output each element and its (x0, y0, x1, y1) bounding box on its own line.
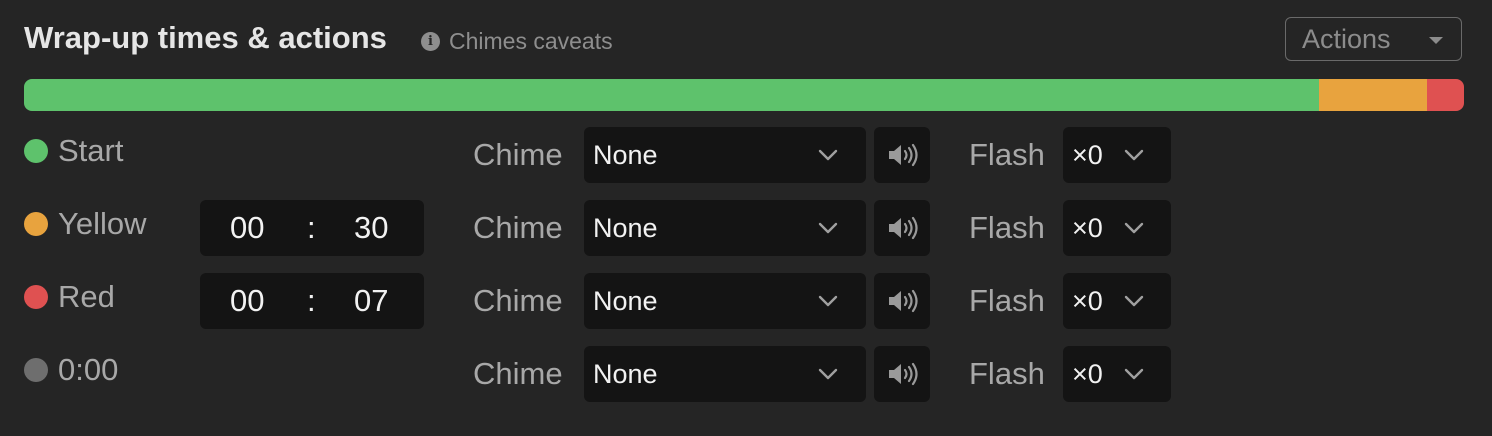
row-label-start: Start (58, 133, 124, 168)
row-start: Start Chime None Flash ×0 (0, 127, 1492, 183)
progress-segment-yellow (1318, 79, 1427, 111)
speaker-icon (889, 143, 918, 167)
minutes-input[interactable]: 00 (230, 273, 264, 329)
start-color-dot (24, 139, 48, 163)
flash-value: ×0 (1072, 140, 1103, 170)
row-red: Red 00 : 07 Chime None Flash ×0 (0, 273, 1492, 329)
row-yellow: Yellow 00 : 30 Chime None Flash ×0 (0, 200, 1492, 256)
speaker-icon (889, 289, 918, 313)
red-color-dot (24, 285, 48, 309)
minutes-input[interactable]: 00 (230, 200, 264, 256)
chevron-down-icon (1124, 222, 1144, 234)
preview-chime-button-red[interactable] (874, 273, 930, 329)
actions-label: Actions (1302, 23, 1391, 54)
yellow-time-input: 00 : 30 (200, 200, 424, 256)
timer-progress-bar (24, 79, 1464, 111)
progress-segment-green (24, 79, 1319, 111)
flash-value: ×0 (1072, 359, 1103, 389)
chime-select-red[interactable]: None (584, 273, 866, 329)
row-label-end: 0:00 (58, 352, 119, 387)
flash-label: Flash (969, 137, 1045, 172)
chime-value: None (593, 140, 658, 170)
preview-chime-button-start[interactable] (874, 127, 930, 183)
chime-label: Chime (473, 210, 563, 245)
chevron-down-icon (818, 295, 838, 307)
speaker-icon (889, 362, 918, 386)
chevron-down-icon (818, 368, 838, 380)
chimes-caveats-label: Chimes caveats (449, 27, 613, 54)
row-label-red: Red (58, 279, 115, 314)
speaker-icon (889, 216, 918, 240)
seconds-input[interactable]: 30 (354, 200, 388, 256)
chime-label: Chime (473, 356, 563, 391)
chime-select-end[interactable]: None (584, 346, 866, 402)
time-separator: : (307, 210, 316, 245)
flash-value: ×0 (1072, 286, 1103, 316)
chime-label: Chime (473, 137, 563, 172)
actions-dropdown[interactable]: Actions (1285, 17, 1462, 61)
chevron-down-icon (818, 149, 838, 161)
yellow-color-dot (24, 212, 48, 236)
red-time-input: 00 : 07 (200, 273, 424, 329)
end-color-dot (24, 358, 48, 382)
chime-value: None (593, 286, 658, 316)
caret-down-icon (1429, 37, 1443, 44)
chevron-down-icon (1124, 149, 1144, 161)
preview-chime-button-end[interactable] (874, 346, 930, 402)
flash-label: Flash (969, 283, 1045, 318)
wrap-up-panel: Wrap-up times & actions i Chimes caveats… (0, 0, 1492, 436)
flash-label: Flash (969, 210, 1045, 245)
row-label-yellow: Yellow (58, 206, 147, 241)
flash-value: ×0 (1072, 213, 1103, 243)
flash-select-start[interactable]: ×0 (1063, 127, 1171, 183)
chime-label: Chime (473, 283, 563, 318)
chime-select-start[interactable]: None (584, 127, 866, 183)
row-end: 0:00 Chime None Flash ×0 (0, 346, 1492, 402)
flash-label: Flash (969, 356, 1045, 391)
page-title: Wrap-up times & actions (24, 20, 387, 55)
chimes-caveats-link[interactable]: i Chimes caveats (421, 24, 613, 58)
flash-select-yellow[interactable]: ×0 (1063, 200, 1171, 256)
flash-select-end[interactable]: ×0 (1063, 346, 1171, 402)
chevron-down-icon (1124, 295, 1144, 307)
chime-select-yellow[interactable]: None (584, 200, 866, 256)
progress-segment-red (1426, 79, 1464, 111)
chevron-down-icon (1124, 368, 1144, 380)
chevron-down-icon (818, 222, 838, 234)
flash-select-red[interactable]: ×0 (1063, 273, 1171, 329)
time-separator: : (307, 283, 316, 318)
seconds-input[interactable]: 07 (354, 273, 388, 329)
chime-value: None (593, 359, 658, 389)
preview-chime-button-yellow[interactable] (874, 200, 930, 256)
chime-value: None (593, 213, 658, 243)
info-icon: i (421, 31, 440, 51)
